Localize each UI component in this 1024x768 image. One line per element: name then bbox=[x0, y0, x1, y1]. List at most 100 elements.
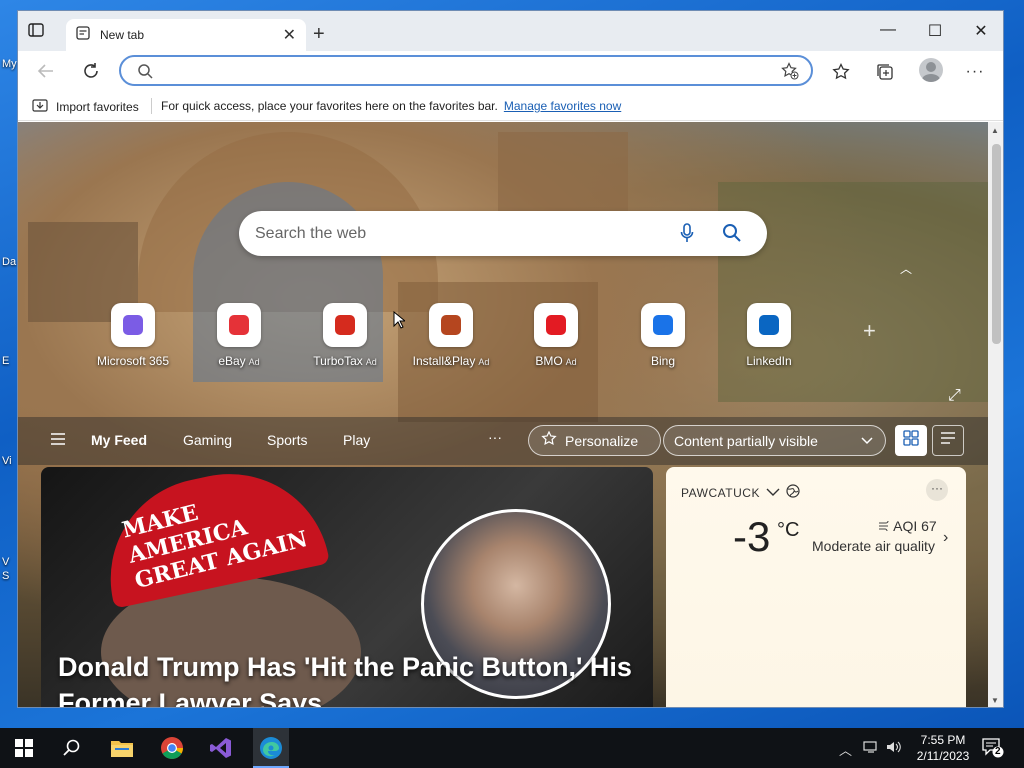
close-window-icon[interactable]: ✕ bbox=[961, 21, 1001, 41]
refresh-icon[interactable] bbox=[79, 59, 103, 83]
web-search-input[interactable] bbox=[255, 223, 655, 245]
desktop-label: Vi bbox=[2, 455, 12, 467]
quick-link-name: LinkedIn bbox=[746, 354, 792, 368]
file-explorer-icon[interactable] bbox=[109, 735, 135, 761]
maximize-icon[interactable]: ☐ bbox=[915, 21, 955, 41]
grid-view-button[interactable] bbox=[895, 425, 927, 456]
weather-unit: °C bbox=[777, 519, 800, 541]
quick-link-name: Microsoft 365 bbox=[96, 354, 170, 368]
air-quality-label: Moderate air quality bbox=[812, 538, 935, 554]
import-favorites-label: Import favorites bbox=[56, 99, 139, 114]
search-icon[interactable] bbox=[59, 735, 85, 761]
clock-date: 2/11/2023 bbox=[916, 749, 970, 763]
list-view-button[interactable] bbox=[932, 425, 964, 456]
quick-link-item[interactable]: BMO Ad bbox=[501, 303, 611, 368]
search-icon bbox=[137, 63, 153, 84]
installplay-icon bbox=[429, 303, 473, 347]
more-tabs-button[interactable]: ··· bbox=[488, 429, 502, 445]
content-visibility-dropdown[interactable]: Content partially visible bbox=[663, 425, 886, 456]
quick-link-name: eBay bbox=[218, 354, 246, 368]
import-favorites-button[interactable]: Import favorites bbox=[32, 98, 139, 115]
globe-icon[interactable] bbox=[786, 484, 800, 501]
more-options-icon[interactable]: ··· bbox=[926, 479, 948, 501]
scroll-up-icon[interactable]: ▲ bbox=[991, 126, 999, 135]
quick-link-name: Bing bbox=[650, 354, 676, 368]
add-site-icon[interactable]: + bbox=[863, 318, 876, 344]
address-bar[interactable] bbox=[119, 55, 813, 86]
quick-link-item[interactable]: Bing bbox=[608, 303, 718, 368]
grid-icon bbox=[903, 430, 919, 451]
quick-link-item[interactable]: eBay Ad bbox=[184, 303, 294, 368]
ad-badge: Ad bbox=[478, 357, 490, 367]
tab-play[interactable]: Play bbox=[343, 432, 370, 448]
list-icon bbox=[940, 431, 956, 450]
desktop-label: My bbox=[2, 58, 17, 70]
notifications-icon[interactable]: 2 bbox=[982, 738, 1004, 763]
windows-start-icon[interactable] bbox=[11, 735, 37, 761]
tab-gaming[interactable]: Gaming bbox=[183, 432, 232, 448]
chevron-down-icon bbox=[766, 486, 780, 500]
desktop-label: E bbox=[2, 355, 10, 367]
favorites-icon[interactable] bbox=[830, 61, 852, 83]
personalize-button[interactable]: Personalize bbox=[528, 425, 661, 456]
back-icon[interactable] bbox=[34, 59, 58, 83]
taskbar-clock[interactable]: 7:55 PM 2/11/2023 bbox=[915, 732, 971, 764]
volume-icon[interactable] bbox=[886, 740, 902, 757]
scroll-thumb[interactable] bbox=[992, 144, 1001, 344]
quick-link-label: Microsoft 365 bbox=[78, 354, 188, 368]
ad-badge: Ad bbox=[248, 357, 260, 367]
weather-location[interactable]: PAWCATUCK bbox=[681, 484, 800, 501]
visual-studio-icon[interactable] bbox=[208, 735, 234, 761]
page-scrollbar[interactable]: ▲ ▼ bbox=[988, 122, 1003, 707]
quick-link-label: TurboTax Ad bbox=[290, 354, 400, 368]
profile-avatar[interactable] bbox=[919, 58, 943, 82]
air-quality-index: AQI 67 bbox=[878, 518, 937, 534]
search-icon[interactable] bbox=[722, 223, 742, 248]
aqi-icon bbox=[878, 518, 893, 534]
microphone-icon[interactable] bbox=[680, 223, 694, 248]
address-input[interactable] bbox=[165, 61, 765, 81]
new-tab-icon[interactable]: + bbox=[313, 23, 325, 46]
personalize-label: Personalize bbox=[565, 432, 639, 449]
clock-time: 7:55 PM bbox=[920, 733, 966, 747]
quick-link-name: TurboTax bbox=[313, 354, 363, 368]
tab-my-feed[interactable]: My Feed bbox=[91, 432, 147, 448]
chevron-up-icon[interactable]: ︿ bbox=[900, 260, 912, 277]
tab-title: New tab bbox=[100, 28, 145, 42]
close-tab-icon[interactable]: ✕ bbox=[283, 25, 296, 45]
browser-window: New tab ✕ + — ☐ ✕ ··· Import favorites F… bbox=[17, 10, 1004, 708]
turbotax-icon bbox=[323, 303, 367, 347]
quick-link-item[interactable]: Install&Play Ad bbox=[396, 303, 506, 368]
manage-favorites-link[interactable]: Manage favorites now bbox=[504, 99, 621, 113]
quick-link-name: Install&Play bbox=[412, 354, 476, 368]
edge-icon[interactable] bbox=[258, 735, 284, 761]
expand-icon[interactable]: ⤢ bbox=[948, 387, 961, 405]
bing-icon bbox=[641, 303, 685, 347]
menu-icon[interactable] bbox=[50, 432, 66, 451]
add-favorite-icon[interactable] bbox=[781, 62, 799, 85]
quick-link-item[interactable]: TurboTax Ad bbox=[290, 303, 400, 368]
chevron-right-icon[interactable]: › bbox=[943, 529, 948, 547]
article-headline[interactable]: Donald Trump Has 'Hit the Panic Button,'… bbox=[58, 649, 648, 707]
quick-link-item[interactable]: LinkedIn bbox=[714, 303, 824, 368]
tab-actions-icon[interactable] bbox=[28, 23, 48, 41]
tab-sports[interactable]: Sports bbox=[267, 432, 307, 448]
quick-link-item[interactable]: Microsoft 365 bbox=[78, 303, 188, 368]
quick-link-label: BMO Ad bbox=[501, 354, 611, 368]
chevron-up-icon[interactable]: ︿ bbox=[839, 740, 852, 759]
quick-link-label: eBay Ad bbox=[184, 354, 294, 368]
taskbar: ︿ 7:55 PM 2/11/2023 2 bbox=[0, 728, 1024, 768]
chrome-icon[interactable] bbox=[159, 735, 185, 761]
scroll-down-icon[interactable]: ▼ bbox=[991, 696, 999, 705]
feed-navigation: My Feed Gaming Sports Play ··· Personali… bbox=[18, 417, 988, 465]
minimize-icon[interactable]: — bbox=[868, 21, 908, 39]
network-icon[interactable] bbox=[863, 740, 879, 757]
tab-new-tab[interactable]: New tab ✕ bbox=[66, 19, 306, 51]
weather-card[interactable]: PAWCATUCK ··· -3 °C AQI 67 Moderate air … bbox=[666, 467, 966, 707]
hero-article-card[interactable]: MAKE AMERICA GREAT AGAIN Donald Trump Ha… bbox=[41, 467, 653, 707]
import-icon bbox=[32, 98, 48, 115]
collections-icon[interactable] bbox=[874, 61, 896, 83]
chevron-down-icon bbox=[859, 432, 875, 451]
web-search-box[interactable] bbox=[239, 211, 767, 256]
settings-more-icon[interactable]: ··· bbox=[964, 61, 986, 83]
